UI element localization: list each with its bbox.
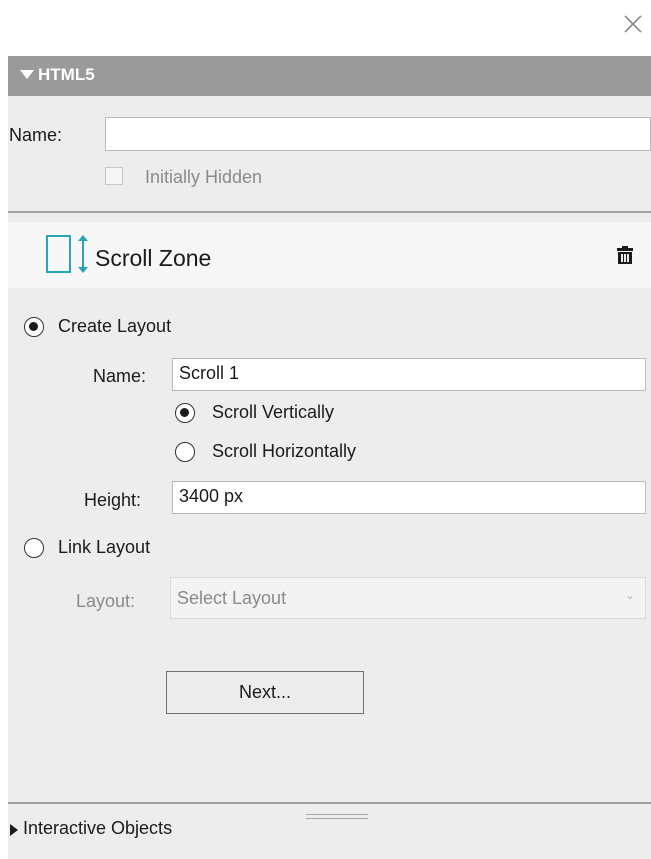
next-button[interactable]: Next... [166, 671, 364, 714]
section-divider [8, 211, 651, 213]
html5-section-title: HTML5 [38, 65, 95, 84]
layout-select-label: Layout: [76, 591, 136, 611]
html5-name-field[interactable] [105, 117, 651, 151]
expand-triangle-icon[interactable] [10, 824, 18, 836]
initially-hidden-checkbox[interactable] [105, 167, 123, 185]
scroll-vertically-label: Scroll Vertically [212, 402, 335, 422]
scroll-horizontally-label: Scroll Horizontally [212, 441, 357, 461]
layout-name-label: Name: [93, 366, 147, 386]
splitter-grip[interactable] [306, 818, 368, 819]
scroll-zone-label: Scroll Zone [95, 245, 212, 271]
scroll-horizontally-radio[interactable] [175, 442, 195, 462]
height-field[interactable]: 3400 px [172, 481, 646, 514]
interactive-objects-section[interactable]: Interactive Objects [23, 818, 172, 839]
trash-icon[interactable] [615, 246, 635, 266]
html5-name-label: Name: [9, 125, 63, 145]
layout-select-dropdown[interactable]: Select Layout ⌄ [170, 577, 646, 619]
create-layout-label: Create Layout [58, 316, 172, 336]
collapse-triangle-icon[interactable] [20, 70, 34, 79]
height-label: Height: [84, 490, 142, 510]
close-icon[interactable] [622, 13, 644, 35]
link-layout-label: Link Layout [58, 537, 151, 557]
html5-section-header[interactable]: HTML5 [8, 56, 651, 96]
layout-select-value: Select Layout [177, 588, 287, 608]
scroll-zone-icon [46, 234, 91, 274]
chevron-down-icon: ⌄ [624, 588, 635, 602]
scroll-vertically-radio[interactable] [175, 403, 195, 423]
initially-hidden-label: Initially Hidden [145, 167, 263, 187]
create-layout-radio[interactable] [24, 317, 44, 337]
layout-name-field[interactable]: Scroll 1 [172, 358, 646, 391]
splitter-grip[interactable] [306, 814, 368, 815]
link-layout-radio[interactable] [24, 538, 44, 558]
panel-splitter[interactable] [8, 802, 651, 804]
